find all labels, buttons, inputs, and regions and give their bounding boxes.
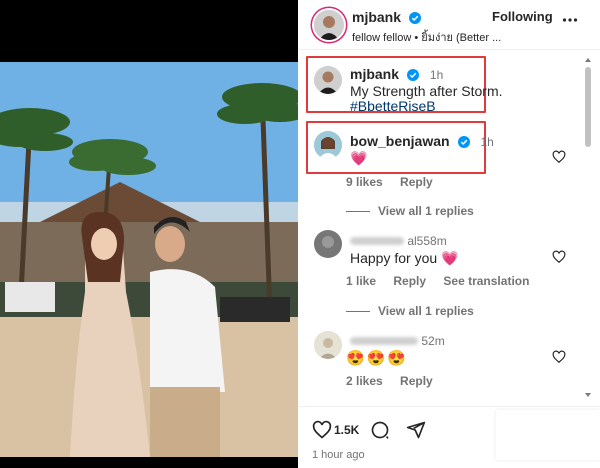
following-button[interactable]: Following [492, 9, 553, 24]
comments-scrollbar[interactable] [583, 55, 593, 400]
blurred-username-prefix [350, 237, 404, 245]
like-heart-icon[interactable] [552, 250, 568, 266]
scroll-down-icon[interactable] [583, 390, 593, 400]
comment-likes[interactable]: 2 likes [346, 374, 383, 388]
comment-text: My Strength after Storm. [350, 83, 503, 99]
avatar-illustration [314, 331, 342, 359]
view-replies-button[interactable]: View all 1 replies [346, 204, 474, 218]
comment-meta: 1 like Reply See translation [346, 274, 543, 288]
comment-likes[interactable]: 1 like [346, 274, 376, 288]
hashtag-link[interactable]: #BbetteRiseB [350, 98, 436, 114]
comment-avatar[interactable] [314, 131, 342, 159]
photo-illustration [0, 62, 298, 457]
share-icon[interactable] [406, 420, 426, 445]
comment-time[interactable]: 1h [430, 68, 443, 82]
likes-count[interactable]: 1.5K [334, 423, 359, 437]
comment-meta: 9 likes Reply [346, 175, 447, 189]
comment-icon[interactable] [370, 420, 390, 445]
avatar-illustration [314, 131, 342, 159]
comments-sidebar: mjbank fellow fellow • ยิ้มง่าย (Better … [298, 0, 600, 468]
post-subtitle[interactable]: fellow fellow • ยิ้มง่าย (Better ... [352, 28, 502, 46]
author-avatar[interactable] [314, 10, 344, 40]
comment-header: al558m [350, 234, 447, 248]
avatar-illustration [314, 10, 344, 40]
verified-icon [458, 135, 471, 153]
reply-button[interactable]: Reply [400, 175, 433, 189]
post-photo-pane [0, 0, 298, 468]
like-heart-icon[interactable] [312, 420, 332, 445]
author-username[interactable]: mjbank [352, 9, 401, 25]
comment-username[interactable]: bow_benjawan [350, 133, 450, 149]
comment-text: 😍😍😍 [346, 350, 409, 367]
comment-text: Happy for you 💗 [350, 250, 459, 266]
comment-text: 💗 [350, 150, 368, 166]
comment-avatar[interactable] [314, 331, 342, 359]
post-header: mjbank fellow fellow • ยิ้มง่าย (Better … [298, 0, 600, 50]
scroll-up-icon[interactable] [583, 55, 593, 65]
like-heart-icon[interactable] [552, 150, 568, 166]
comment-username[interactable]: al558m [407, 234, 446, 248]
reply-button[interactable]: Reply [400, 374, 433, 388]
avatar-illustration [314, 230, 342, 258]
comment-time[interactable]: 1h [480, 135, 493, 149]
post-photo[interactable] [0, 62, 298, 457]
comment-likes[interactable]: 9 likes [346, 175, 383, 189]
post-time-ago[interactable]: 1 hour ago [312, 449, 365, 461]
verified-icon [409, 11, 422, 29]
scroll-thumb[interactable] [585, 67, 591, 147]
blurred-username-prefix [350, 337, 418, 345]
comment-header: 52m [350, 334, 445, 348]
see-translation-button[interactable]: See translation [443, 274, 529, 288]
avatar-illustration [314, 66, 342, 94]
comment-avatar[interactable] [314, 66, 342, 94]
comment-meta: 2 likes Reply [346, 374, 447, 388]
comment-avatar[interactable] [314, 230, 342, 258]
more-horizontal-icon[interactable] [562, 12, 578, 33]
comment-username[interactable]: 52m [421, 334, 444, 348]
comment-username[interactable]: mjbank [350, 66, 399, 82]
like-heart-icon[interactable] [552, 350, 568, 366]
comment-header: bow_benjawan 1h [350, 133, 494, 153]
view-replies-button[interactable]: View all 1 replies [346, 304, 474, 318]
overlay-panel [496, 410, 600, 460]
reply-button[interactable]: Reply [393, 274, 426, 288]
